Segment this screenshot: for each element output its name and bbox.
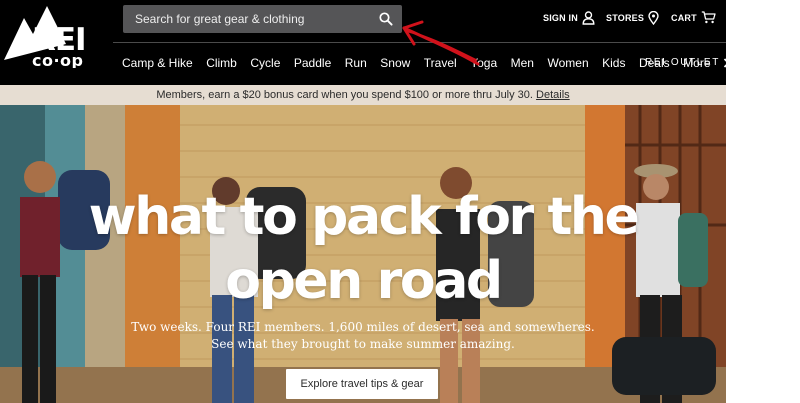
promo-text: Members, earn a $20 bonus card when you …	[156, 89, 537, 101]
nav-item-rei-outlet[interactable]: REI OUTLET	[645, 56, 726, 70]
nav-item-camp-hike[interactable]: Camp & Hike	[122, 56, 193, 70]
browser-viewport: REI co·op Search for great gear & clothi…	[0, 0, 726, 403]
svg-text:co·op: co·op	[32, 51, 84, 68]
main-nav: Camp & Hike Climb Cycle Paddle Run Snow …	[122, 56, 724, 70]
explore-travel-button[interactable]: Explore travel tips & gear	[286, 369, 438, 399]
cart-label: CART	[671, 12, 697, 23]
search-input[interactable]: Search for great gear & clothing	[135, 12, 304, 26]
search-button[interactable]	[374, 7, 398, 31]
user-icon	[582, 11, 595, 25]
stores-label: STORES	[606, 13, 645, 23]
nav-item-paddle[interactable]: Paddle	[294, 56, 331, 70]
search-icon	[379, 12, 393, 26]
nav-item-climb[interactable]: Climb	[206, 56, 237, 70]
nav-item-women[interactable]: Women	[547, 56, 588, 70]
promo-details-link[interactable]: Details	[536, 89, 570, 101]
sign-in-label: SIGN IN	[543, 13, 578, 23]
cart-icon	[701, 11, 716, 24]
hero-headline-line2: open road	[225, 251, 503, 311]
promo-banner: Members, earn a $20 bonus card when you …	[0, 85, 726, 105]
sign-in-link[interactable]: SIGN IN	[543, 11, 595, 25]
nav-item-cycle[interactable]: Cycle	[250, 56, 280, 70]
nav-item-travel[interactable]: Travel	[424, 56, 457, 70]
nav-item-snow[interactable]: Snow	[380, 56, 410, 70]
site-header: REI co·op Search for great gear & clothi…	[0, 0, 726, 85]
search-bar[interactable]: Search for great gear & clothing	[123, 5, 402, 33]
header-divider	[113, 42, 726, 43]
nav-item-yoga[interactable]: Yoga	[470, 56, 497, 70]
hero-banner[interactable]: what to pack for the open road Two weeks…	[0, 105, 726, 403]
rei-logo-graphic: REI co·op	[4, 6, 87, 70]
chevron-right-icon	[723, 58, 726, 68]
cart-link[interactable]: CART	[671, 11, 716, 24]
hero-headline-line1: what to pack for the	[88, 187, 640, 247]
nav-item-kids[interactable]: Kids	[602, 56, 625, 70]
hero-subtext-line1: Two weeks. Four REI members. 1,600 miles…	[131, 320, 595, 334]
nav-item-run[interactable]: Run	[345, 56, 367, 70]
rei-outlet-label: REI OUTLET	[645, 57, 720, 68]
location-pin-icon	[648, 11, 659, 25]
rei-coop-logo[interactable]: REI co·op	[4, 4, 106, 70]
hero-subtext-line2: See what they brought to make summer ama…	[211, 337, 515, 351]
nav-item-men[interactable]: Men	[511, 56, 534, 70]
stores-link[interactable]: STORES	[606, 11, 659, 25]
